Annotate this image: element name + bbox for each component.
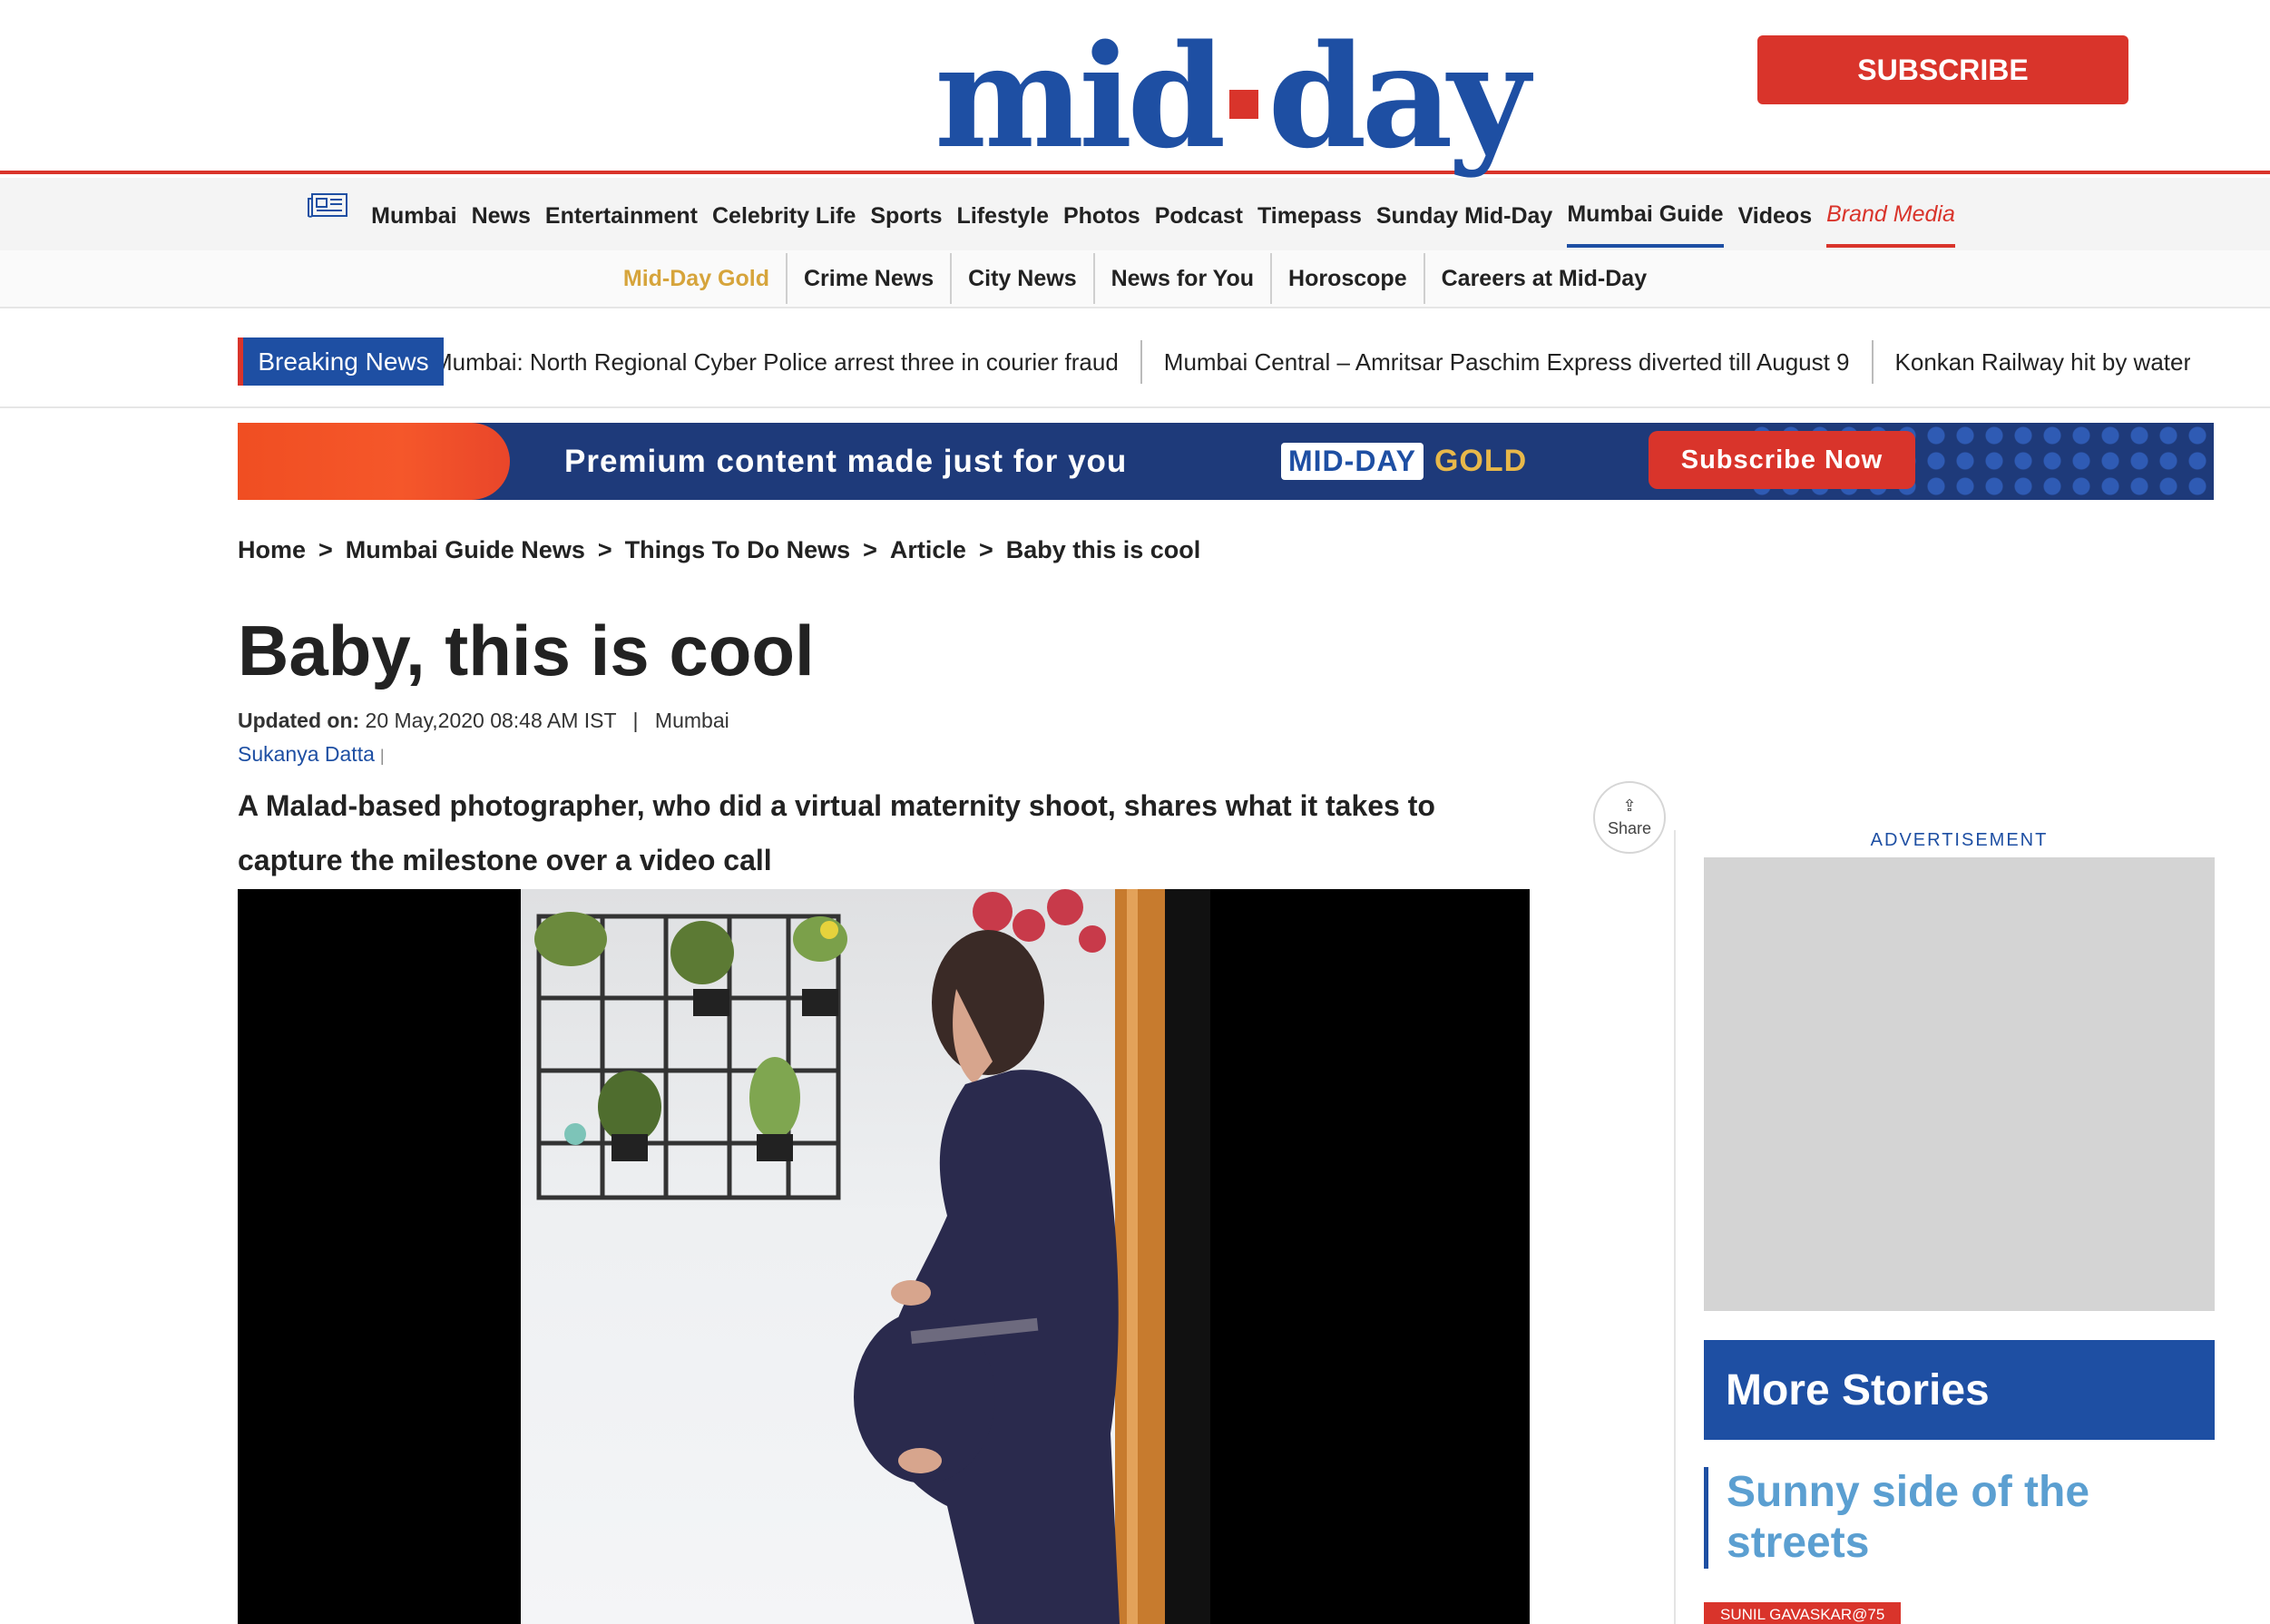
meta-separator: | — [632, 709, 639, 732]
article-hero-image — [238, 889, 1530, 1624]
more-stories-heading: More Stories — [1704, 1340, 2215, 1440]
gold-logo-brand: MID-DAY — [1281, 442, 1424, 480]
author-separator: | — [379, 747, 385, 765]
breadcrumb-separator: > — [597, 535, 612, 563]
breadcrumb-separator: > — [863, 535, 877, 563]
breadcrumb-current: Baby this is cool — [1005, 535, 1201, 563]
nav-item-photos[interactable]: Photos — [1063, 183, 1140, 246]
subnav-item-mid-day-gold[interactable]: Mid-Day Gold — [607, 253, 788, 304]
breadcrumb-mumbai-guide-news[interactable]: Mumbai Guide News — [346, 536, 585, 564]
logo-text-left: mid — [934, 14, 1226, 180]
article-summary: A Malad-based photographer, who did a vi… — [238, 789, 1435, 876]
mid-day-gold-logo: MID-DAY GOLD — [1281, 441, 1527, 481]
logo-dot — [1229, 90, 1259, 119]
subscribe-now-button[interactable]: Subscribe Now — [1649, 431, 1915, 489]
site-header: mid day SUBSCRIBE — [0, 0, 2270, 174]
logo-text-right: day — [1267, 14, 1530, 180]
nav-item-mumbai[interactable]: Mumbai — [371, 183, 456, 246]
column-divider — [1674, 830, 1676, 1624]
mid-day-logo[interactable]: mid day — [934, 14, 1530, 180]
nav-item-news[interactable]: News — [472, 183, 531, 246]
nav-item-sports[interactable]: Sports — [870, 183, 942, 246]
breadcrumb-home[interactable]: Home — [238, 536, 306, 564]
article-meta: Updated on: 20 May,2020 08:48 AM IST | M… — [238, 709, 729, 733]
newspaper-icon[interactable] — [308, 193, 348, 220]
advertisement-label: ADVERTISEMENT — [1870, 830, 2049, 850]
nav-item-podcast[interactable]: Podcast — [1155, 183, 1243, 246]
nav-item-brand-media[interactable]: Brand Media — [1826, 181, 1955, 248]
nav-item-videos[interactable]: Videos — [1738, 183, 1813, 246]
maternity-photo — [521, 889, 1210, 1624]
breadcrumb: Home > Mumbai Guide News > Things To Do … — [238, 532, 1200, 568]
nav-item-lifestyle[interactable]: Lifestyle — [957, 183, 1049, 246]
main-nav: Mumbai News Entertainment Celebrity Life… — [0, 178, 2270, 250]
updated-timestamp: 20 May,2020 08:48 AM IST — [365, 709, 617, 732]
share-icon: ⇪ — [1622, 796, 1637, 815]
mid-day-gold-promo-banner[interactable]: Premium content made just for you MID-DA… — [238, 423, 2214, 500]
share-label: Share — [1607, 818, 1652, 837]
nav-item-timepass[interactable]: Timepass — [1257, 183, 1362, 246]
nav-item-sunday-mid-day[interactable]: Sunday Mid-Day — [1376, 183, 1552, 246]
author-link[interactable]: Sukanya Datta — [238, 742, 375, 766]
subscribe-button[interactable]: SUBSCRIBE — [1757, 35, 2128, 104]
breadcrumb-separator: > — [978, 535, 993, 563]
subnav-item-city-news[interactable]: City News — [952, 253, 1095, 304]
promo-text: Premium content made just for you — [564, 443, 1128, 479]
ticker-item[interactable]: Mumbai Central – Amritsar Paschim Expres… — [1142, 339, 1874, 384]
subnav-item-news-for-you[interactable]: News for You — [1095, 253, 1273, 304]
gold-logo-suffix: GOLD — [1433, 443, 1528, 478]
story-link[interactable]: Sunny side of the streets — [1704, 1467, 2215, 1569]
breaking-news-ticker: Mumbai: North Regional Cyber Police arre… — [444, 338, 2190, 386]
subnav-item-careers[interactable]: Careers at Mid-Day — [1425, 253, 1663, 304]
nav-item-mumbai-guide[interactable]: Mumbai Guide — [1567, 181, 1724, 248]
updated-label: Updated on: — [238, 709, 360, 732]
ticker-item[interactable]: Konkan Railway hit by water — [1874, 340, 2190, 384]
article-title: Baby, this is cool — [238, 611, 815, 690]
banner-decoration — [238, 423, 510, 500]
subnav-item-horoscope[interactable]: Horoscope — [1272, 253, 1425, 304]
sub-nav: Mid-Day Gold Crime News City News News f… — [0, 250, 2270, 308]
subnav-item-crime-news[interactable]: Crime News — [788, 253, 953, 304]
breaking-news-label: Breaking News — [238, 338, 444, 386]
share-button[interactable]: ⇪ Share — [1593, 781, 1666, 854]
advertisement-slot[interactable] — [1704, 857, 2215, 1311]
ticker-item[interactable]: Mumbai: North Regional Cyber Police arre… — [444, 339, 1142, 384]
article-author: Sukanya Datta | — [238, 742, 385, 767]
breadcrumb-things-to-do-news[interactable]: Things To Do News — [625, 536, 851, 564]
breaking-news-bar: Breaking News Mumbai: North Regional Cyb… — [0, 308, 2270, 408]
story-tag-badge[interactable]: SUNIL GAVASKAR@75 — [1704, 1602, 1902, 1624]
article-location: Mumbai — [654, 709, 729, 732]
nav-item-celebrity-life[interactable]: Celebrity Life — [712, 183, 856, 246]
nav-item-entertainment[interactable]: Entertainment — [545, 183, 698, 246]
maternity-photo-illustration — [534, 889, 1210, 1624]
breadcrumb-separator: > — [318, 535, 333, 563]
breadcrumb-article[interactable]: Article — [890, 536, 966, 564]
